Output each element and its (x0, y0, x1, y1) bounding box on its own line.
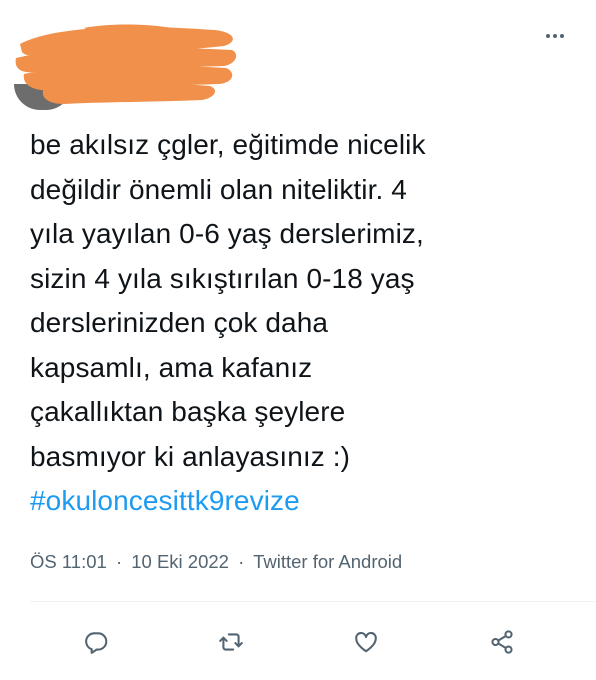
separator: · (115, 551, 123, 572)
more-dot-icon (546, 34, 550, 38)
hashtag-link[interactable]: #okuloncesittk9revize (30, 479, 575, 524)
tweet-text-line: değildir önemli olan niteliktir. 4 (30, 173, 407, 205)
separator: · (238, 551, 245, 572)
share-button[interactable] (480, 620, 524, 664)
tweet-text-line: sizin 4 yıla sıkıştırılan 0-18 yaş (30, 262, 415, 294)
tweet-date[interactable]: 10 Eki 2022 (131, 551, 229, 572)
tweet-text-line: çakallıktan başka şeylere (30, 396, 346, 427)
like-button[interactable] (344, 620, 388, 664)
more-dot-icon (560, 34, 564, 38)
like-icon (355, 631, 377, 653)
reply-button[interactable] (74, 620, 118, 664)
reply-icon (85, 632, 108, 654)
share-icon (491, 630, 513, 654)
tweet-text-line: kapsamlı, ama kafanız (30, 351, 313, 383)
more-dot-icon (553, 34, 557, 38)
tweet-text-line: basmıyor ki anlayasınız :) (30, 440, 351, 472)
tweet-metadata: ÖS 11:01 · 10 Eki 2022 · Twitter for And… (30, 551, 402, 573)
tweet-time[interactable]: ÖS 11:01 (30, 551, 107, 572)
divider (30, 601, 596, 602)
retweet-icon (219, 633, 243, 651)
retweet-button[interactable] (209, 620, 253, 664)
action-bar (0, 620, 596, 664)
tweet-text: be akılsız çgler, eğitimde nicelik değil… (30, 123, 575, 524)
tweet-text-line: derslerinizden çok daha (30, 307, 329, 338)
tweet-text-line: yıla yayılan 0-6 yaş derslerimiz, (30, 218, 424, 249)
more-options-button[interactable] (546, 34, 564, 38)
tweet-source[interactable]: Twitter for Android (253, 551, 402, 572)
tweet-text-line: be akılsız çgler, eğitimde nicelik (30, 129, 426, 160)
tweet: be akılsız çgler, eğitimde nicelik değil… (0, 0, 596, 680)
redaction-scribble (15, 24, 237, 104)
